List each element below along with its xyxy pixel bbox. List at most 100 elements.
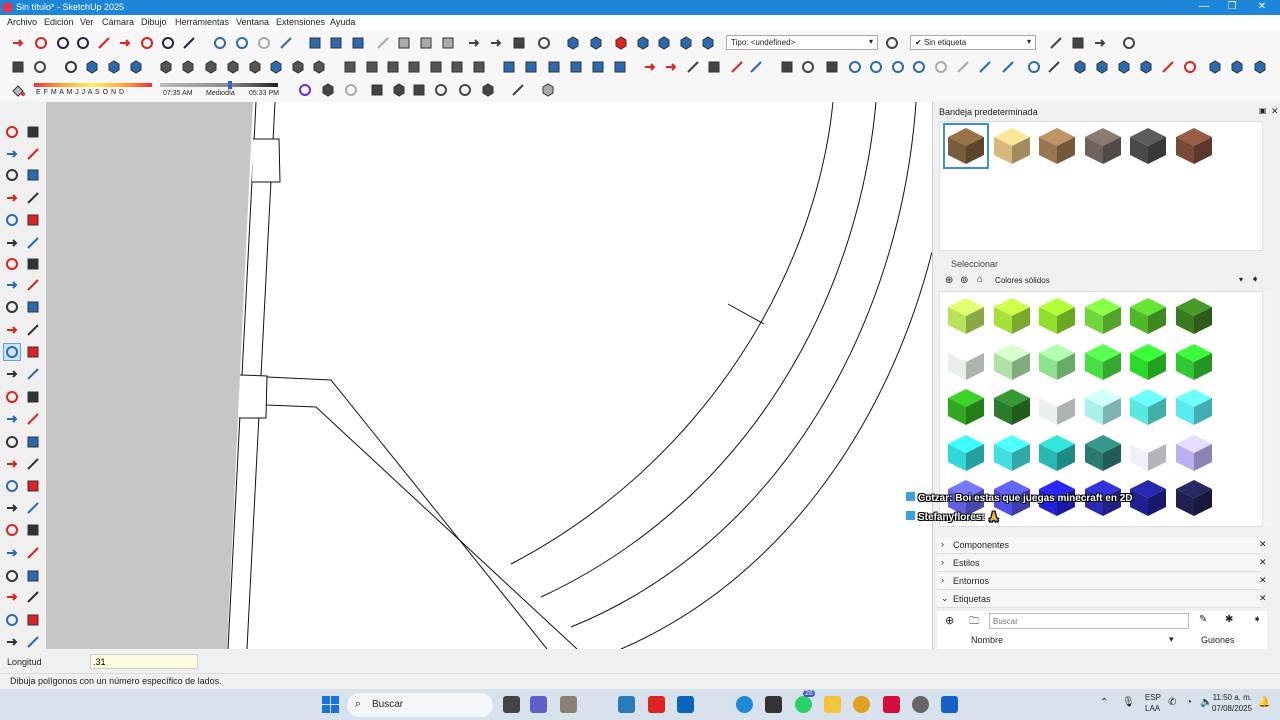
- shadow-time-scale[interactable]: 07:35 AM Mediodía 05:33 PM: [160, 81, 282, 99]
- gear-small-icon[interactable]: [457, 82, 473, 98]
- chrome-icon[interactable]: [853, 696, 870, 713]
- store-icon[interactable]: [618, 696, 635, 713]
- zoom-extents-icon[interactable]: [4, 500, 20, 516]
- polygon-icon[interactable]: [25, 235, 41, 251]
- pan-icon[interactable]: [25, 456, 41, 472]
- microphone-icon[interactable]: 🎙: [1122, 697, 1135, 708]
- orbit-icon[interactable]: [4, 456, 20, 472]
- home-icon[interactable]: ⌂: [977, 274, 983, 285]
- extra-a-icon[interactable]: [25, 612, 41, 628]
- eraser-icon[interactable]: [25, 146, 41, 162]
- location-pin-icon[interactable]: [1121, 35, 1137, 51]
- paint-bucket-icon[interactable]: [10, 82, 26, 98]
- section-fill-icon[interactable]: [278, 35, 294, 51]
- protractor-icon[interactable]: [25, 366, 41, 382]
- lasso-icon[interactable]: [25, 124, 41, 140]
- zoom-window-icon[interactable]: [25, 478, 41, 494]
- axes-icon[interactable]: [4, 411, 20, 427]
- walk-icon[interactable]: [25, 434, 41, 450]
- material-swatch[interactable]: [1036, 386, 1078, 428]
- close-section-icon[interactable]: ✕: [1259, 557, 1267, 568]
- zoom-icon[interactable]: [55, 35, 71, 51]
- make-component-icon[interactable]: [4, 146, 20, 162]
- fill-icon[interactable]: [890, 59, 906, 75]
- phone-icon[interactable]: ✆: [1168, 697, 1176, 708]
- section-view-icon[interactable]: [449, 59, 465, 75]
- walk-icon[interactable]: [181, 35, 197, 51]
- shaded-icon[interactable]: [180, 59, 196, 75]
- previous-view-icon[interactable]: [117, 35, 133, 51]
- user-icon[interactable]: [32, 59, 48, 75]
- rotated-rect-icon[interactable]: [25, 212, 41, 228]
- menu-ventana[interactable]: Ventana: [236, 17, 269, 27]
- terrain-2-icon[interactable]: [1229, 59, 1245, 75]
- library-select[interactable]: Colores sólidos ▾: [991, 274, 1247, 289]
- maximize-button[interactable]: ❐: [1222, 1, 1242, 12]
- component-cube-icon[interactable]: [320, 82, 336, 98]
- warehouse-folder-icon[interactable]: [779, 59, 795, 75]
- extension-warehouse-icon[interactable]: [678, 35, 694, 51]
- wifi-icon[interactable]: ◔: [1186, 697, 1192, 708]
- time-slider-thumb[interactable]: [228, 81, 232, 89]
- material-swatch[interactable]: [991, 341, 1033, 383]
- solid-split-icon[interactable]: [590, 59, 606, 75]
- zoom-extents-icon[interactable]: [96, 35, 112, 51]
- close-section-icon[interactable]: ✕: [1259, 539, 1267, 550]
- tag-icon[interactable]: [4, 167, 20, 183]
- terrain-3-icon[interactable]: [1252, 59, 1268, 75]
- scene-icon[interactable]: [369, 82, 385, 98]
- paint-drop-icon[interactable]: [868, 59, 884, 75]
- position-camera-icon[interactable]: [139, 35, 155, 51]
- back-view-icon[interactable]: [342, 59, 358, 75]
- outliner-icon[interactable]: [1070, 35, 1086, 51]
- zoom-window-icon[interactable]: [75, 35, 91, 51]
- hex-3-icon[interactable]: [1116, 59, 1132, 75]
- open-file-icon[interactable]: [328, 35, 344, 51]
- cone-icon[interactable]: [540, 82, 556, 98]
- xray-icon[interactable]: [84, 59, 100, 75]
- share-model-icon[interactable]: [656, 35, 672, 51]
- material-swatch[interactable]: [1036, 295, 1078, 337]
- scale-icon[interactable]: [3, 343, 21, 361]
- pie-icon[interactable]: [4, 277, 20, 293]
- recent-material-swatch[interactable]: [943, 123, 989, 169]
- layout-icon[interactable]: [700, 35, 716, 51]
- solid-subtract-icon[interactable]: [523, 59, 539, 75]
- recent-material-swatch[interactable]: [1082, 125, 1124, 167]
- plan-icon[interactable]: [406, 59, 422, 75]
- layer-a-icon[interactable]: [25, 589, 41, 605]
- material-swatch[interactable]: [945, 432, 987, 474]
- section-cut-icon[interactable]: [256, 35, 272, 51]
- menu-extensiones[interactable]: Extensiones: [276, 17, 325, 27]
- menu-dibujo[interactable]: Dibujo: [141, 17, 167, 27]
- cut-icon[interactable]: [375, 35, 391, 51]
- taskbar-search[interactable]: ⌕ Buscar: [347, 693, 493, 717]
- add-material-icon[interactable]: ⊕: [945, 275, 953, 286]
- look-around-icon[interactable]: [160, 35, 176, 51]
- move-icon[interactable]: [4, 299, 20, 315]
- flip-edge-icon[interactable]: [748, 59, 764, 75]
- dimension-icon[interactable]: [4, 389, 20, 405]
- material-swatch[interactable]: [1173, 432, 1215, 474]
- material-swatch[interactable]: [1036, 341, 1078, 383]
- style-b-icon[interactable]: [4, 589, 20, 605]
- pin-icon[interactable]: ▣: [1259, 106, 1267, 115]
- terrain-1-icon[interactable]: [1207, 59, 1223, 75]
- add-location-icon[interactable]: [588, 35, 604, 51]
- front-view-icon[interactable]: [290, 59, 306, 75]
- tape-eraser-icon[interactable]: [25, 167, 41, 183]
- material-swatch[interactable]: [1036, 432, 1078, 474]
- rotate-icon[interactable]: [4, 322, 20, 338]
- iso-view-icon[interactable]: [247, 59, 263, 75]
- menu-archivo[interactable]: Archivo: [7, 17, 37, 27]
- select-icon[interactable]: [4, 124, 20, 140]
- add-folder-icon[interactable]: 🗀: [969, 614, 979, 631]
- details-arrow-icon[interactable]: ➧: [1253, 614, 1261, 625]
- tag-tools-icon[interactable]: ✱: [1225, 614, 1233, 625]
- two-point-arc-icon[interactable]: [25, 256, 41, 272]
- layer-b-icon[interactable]: [4, 612, 20, 628]
- autocad-icon[interactable]: [883, 696, 900, 713]
- tray-section-entornos[interactable]: › Entornos ✕: [937, 573, 1267, 590]
- chevron-up-icon[interactable]: ⌃: [1100, 697, 1108, 708]
- zoom-icon[interactable]: [4, 478, 20, 494]
